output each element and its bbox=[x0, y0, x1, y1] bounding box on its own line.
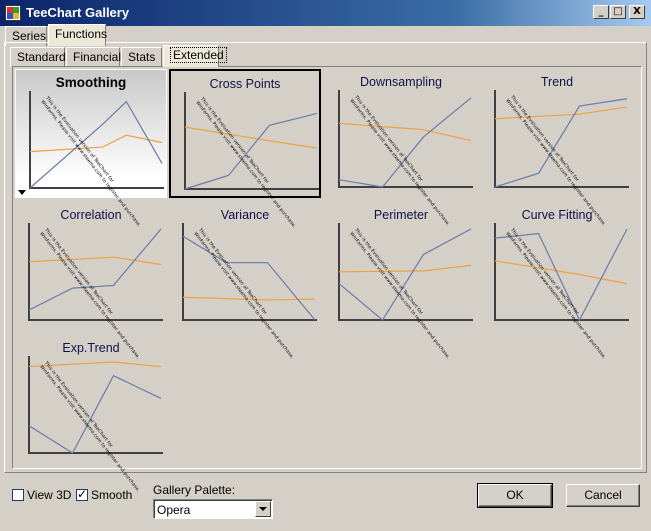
smooth-label: Smooth bbox=[91, 488, 133, 502]
gallery-item-smoothing[interactable]: This is the Evaluation version of TeeCha… bbox=[15, 69, 167, 228]
orange-series-line bbox=[29, 134, 163, 153]
gallery-item-title: Cross Points bbox=[209, 77, 281, 91]
tab-financial[interactable]: Financial bbox=[66, 47, 121, 67]
gallery-item-correlation[interactable]: This is the Evaluation version of TeeCha… bbox=[15, 202, 167, 360]
gallery-item-title: Variance bbox=[220, 208, 270, 222]
minimize-button[interactable]: _ bbox=[593, 5, 609, 19]
gallery-item-curve-fitting[interactable]: This is the Evaluation version of TeeCha… bbox=[481, 202, 633, 360]
title-bar: TeeChart Gallery _ □ X bbox=[0, 0, 651, 26]
ok-button[interactable]: OK bbox=[477, 483, 553, 508]
gallery-item-cross-points[interactable]: This is the Evaluation version of TeeCha… bbox=[169, 69, 321, 229]
gallery-item-title: Smoothing bbox=[55, 75, 127, 90]
close-button[interactable]: X bbox=[629, 5, 645, 19]
orange-series-line bbox=[184, 126, 318, 149]
window-title: TeeChart Gallery bbox=[26, 5, 130, 20]
gallery-item-title: Curve Fitting bbox=[521, 208, 593, 222]
maximize-button[interactable]: □ bbox=[610, 5, 626, 19]
tab-extended-label: Extended bbox=[170, 47, 227, 63]
chevron-down-icon[interactable] bbox=[255, 501, 271, 517]
gallery-item-title: Perimeter bbox=[373, 208, 429, 222]
gallery-area: This is the Evaluation version of TeeCha… bbox=[12, 66, 642, 493]
palette-value: Opera bbox=[157, 503, 191, 517]
smooth-checkbox[interactable]: ✓ bbox=[76, 487, 88, 501]
blue-series-line bbox=[184, 112, 318, 190]
view3d-label: View 3D bbox=[27, 488, 72, 502]
cancel-button[interactable]: Cancel bbox=[566, 484, 640, 507]
gallery-item-title: Downsampling bbox=[360, 75, 442, 89]
app-icon bbox=[5, 5, 21, 21]
gallery-item-title: Exp.Trend bbox=[62, 341, 120, 355]
gallery-item-trend[interactable]: This is the Evaluation version of TeeCha… bbox=[481, 69, 633, 227]
palette-label: Gallery Palette: bbox=[153, 483, 236, 497]
tab-stats[interactable]: Stats bbox=[121, 47, 162, 67]
gallery-item-perimeter[interactable]: This is the Evaluation version of TeeCha… bbox=[325, 202, 477, 360]
orange-series-line bbox=[338, 122, 472, 142]
gallery-item-title: Trend bbox=[540, 75, 574, 89]
tab-standard[interactable]: Standard bbox=[10, 47, 66, 67]
gallery-item-variance[interactable]: This is the Evaluation version of TeeCha… bbox=[169, 202, 321, 360]
dropdown-arrow-icon[interactable] bbox=[18, 190, 26, 195]
orange-series-line bbox=[338, 264, 472, 273]
view3d-checkbox[interactable] bbox=[12, 489, 24, 501]
check-icon: ✓ bbox=[77, 487, 88, 501]
gallery-item-downsampling[interactable]: This is the Evaluation version of TeeCha… bbox=[325, 69, 477, 227]
palette-select[interactable]: Opera bbox=[153, 499, 273, 519]
gallery-item-exp-trend[interactable]: This is the Evaluation version of TeeCha… bbox=[15, 335, 167, 493]
orange-series-line bbox=[28, 256, 162, 266]
tab-extended[interactable]: Extended bbox=[163, 45, 227, 67]
gallery-item-title: Correlation bbox=[60, 208, 122, 222]
tab-functions[interactable]: Functions bbox=[48, 24, 107, 46]
